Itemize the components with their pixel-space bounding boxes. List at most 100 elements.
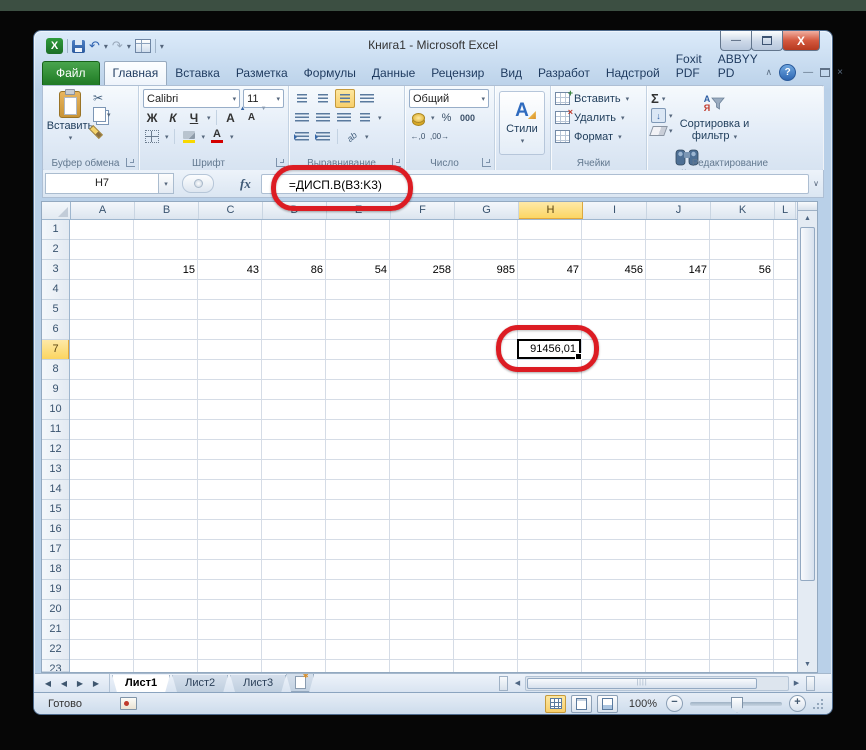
column-header-G[interactable]: G [455, 202, 519, 219]
zoom-in-button[interactable]: + [789, 695, 806, 712]
horizontal-scroll-thumb[interactable] [527, 678, 757, 689]
clear-icon[interactable] [649, 126, 668, 136]
row-header-21[interactable]: 21 [42, 620, 69, 640]
tab-foxit-pdf[interactable]: Foxit PDF [668, 48, 710, 85]
zoom-slider-thumb[interactable] [731, 697, 743, 713]
accounting-dropdown-icon[interactable]: ▾ [431, 114, 435, 122]
orientation-dropdown-icon[interactable]: ▾ [365, 133, 369, 141]
column-header-K[interactable]: K [711, 202, 775, 219]
align-left-button[interactable] [293, 109, 311, 126]
column-header-A[interactable]: A [71, 202, 135, 219]
column-header-E[interactable]: E [327, 202, 391, 219]
row-header-12[interactable]: 12 [42, 440, 69, 460]
sheet-tab-лист3[interactable]: Лист3 [230, 675, 286, 693]
cell-I3[interactable]: 456 [582, 260, 643, 280]
tab-формулы[interactable]: Формулы [296, 62, 364, 85]
copy-dropdown-icon[interactable]: ▾ [107, 111, 111, 119]
align-right-button[interactable] [335, 109, 353, 126]
column-header-L[interactable]: L [775, 202, 796, 219]
tab-разработ[interactable]: Разработ [530, 62, 598, 85]
horizontal-split-handle[interactable] [806, 676, 815, 691]
wrap-text-button[interactable] [358, 90, 376, 107]
decrease-indent-button[interactable] [293, 128, 311, 145]
cell-E3[interactable]: 54 [326, 260, 387, 280]
format-cells-button[interactable]: Формат ▾ [555, 127, 642, 146]
cell-H3[interactable]: 47 [518, 260, 579, 280]
align-top-button[interactable] [293, 90, 311, 107]
row-header-6[interactable]: 6 [42, 320, 69, 340]
cell-G3[interactable]: 985 [454, 260, 515, 280]
merge-center-button[interactable] [356, 109, 374, 126]
scroll-up-icon[interactable]: ▲ [798, 211, 817, 226]
help-icon[interactable]: ? [779, 64, 796, 81]
vertical-scrollbar[interactable]: ▲ ▼ [797, 202, 817, 672]
clipboard-dialog-launcher-icon[interactable] [126, 158, 135, 167]
last-sheet-icon[interactable]: ▶ [89, 679, 103, 688]
fill-dropdown-icon[interactable]: ▾ [669, 112, 673, 120]
row-header-4[interactable]: 4 [42, 280, 69, 300]
paste-dropdown-icon[interactable]: ▾ [69, 134, 73, 142]
record-macro-icon[interactable] [120, 697, 137, 710]
column-header-F[interactable]: F [391, 202, 455, 219]
normal-view-button[interactable] [545, 695, 566, 713]
column-header-J[interactable]: J [647, 202, 711, 219]
workbook-close-icon[interactable]: × [837, 67, 843, 78]
align-middle-button[interactable] [314, 90, 332, 107]
cell-J3[interactable]: 147 [646, 260, 707, 280]
insert-sheet-button[interactable] [286, 674, 314, 692]
fill-color-dropdown-icon[interactable]: ▾ [202, 133, 206, 141]
borders-dropdown-icon[interactable]: ▾ [165, 133, 169, 141]
row-header-14[interactable]: 14 [42, 480, 69, 500]
delete-cells-button[interactable]: × Удалить ▾ [555, 108, 642, 127]
row-header-16[interactable]: 16 [42, 520, 69, 540]
comma-style-button[interactable]: 000 [459, 109, 477, 126]
cell-C3[interactable]: 43 [198, 260, 259, 280]
sort-filter-button[interactable]: АЯ Сортировка и фильтр ▾ [679, 89, 751, 144]
fill-icon[interactable]: ↓ [651, 108, 666, 123]
tab-abbyy-pd[interactable]: ABBYY PD [710, 48, 766, 85]
selected-cell-H7[interactable]: 91456,01 [517, 339, 581, 359]
font-family-combobox[interactable]: Calibri▾ [143, 89, 240, 108]
column-header-I[interactable]: I [583, 202, 647, 219]
italic-button[interactable]: К [164, 109, 182, 126]
tab-вид[interactable]: Вид [492, 62, 530, 85]
cell-F3[interactable]: 258 [390, 260, 451, 280]
grow-font-button[interactable]: А▲ [222, 109, 240, 126]
zoom-slider[interactable] [690, 702, 782, 706]
row-header-17[interactable]: 17 [42, 540, 69, 560]
scroll-left-icon[interactable]: ◀ [510, 679, 525, 687]
row-header-11[interactable]: 11 [42, 420, 69, 440]
cell-styles-button[interactable]: A Стили ▾ [499, 91, 545, 155]
increase-decimal-button[interactable]: ←,0 [409, 128, 427, 145]
workbook-restore-icon[interactable] [820, 68, 830, 77]
align-bottom-button[interactable] [335, 89, 355, 108]
number-dialog-launcher-icon[interactable] [482, 158, 491, 167]
tab-надстрой[interactable]: Надстрой [598, 62, 668, 85]
tab-split-handle[interactable] [499, 676, 508, 691]
collapse-ribbon-icon[interactable]: ∧ [766, 67, 773, 78]
insert-function-button[interactable]: fx [240, 176, 251, 192]
formula-input[interactable]: =ДИСП.В(B3:K3) [261, 174, 809, 194]
row-header-13[interactable]: 13 [42, 460, 69, 480]
copy-icon[interactable] [93, 107, 106, 122]
expand-formula-bar-icon[interactable]: ∨ [813, 179, 819, 188]
row-header-22[interactable]: 22 [42, 640, 69, 660]
row-header-18[interactable]: 18 [42, 560, 69, 580]
tab-разметка[interactable]: Разметка [228, 62, 296, 85]
zoom-out-button[interactable]: − [666, 695, 683, 712]
row-header-1[interactable]: 1 [42, 220, 69, 240]
row-header-23[interactable]: 23 [42, 660, 69, 672]
font-color-button[interactable]: А [208, 128, 226, 145]
fill-handle[interactable] [575, 353, 582, 360]
cell-D3[interactable]: 86 [262, 260, 323, 280]
shrink-font-button[interactable]: А▼ [243, 109, 261, 126]
number-format-combobox[interactable]: Общий▾ [409, 89, 489, 108]
autosum-dropdown-icon[interactable]: ▾ [662, 95, 666, 103]
cut-icon[interactable]: ✂ [93, 92, 111, 104]
underline-dropdown-icon[interactable]: ▾ [207, 114, 211, 122]
previous-sheet-icon[interactable]: ◀ [57, 679, 71, 688]
font-color-dropdown-icon[interactable]: ▾ [230, 133, 234, 141]
bold-button[interactable]: Ж [143, 109, 161, 126]
name-box[interactable]: H7 [45, 173, 159, 194]
fill-color-button[interactable] [180, 128, 198, 145]
